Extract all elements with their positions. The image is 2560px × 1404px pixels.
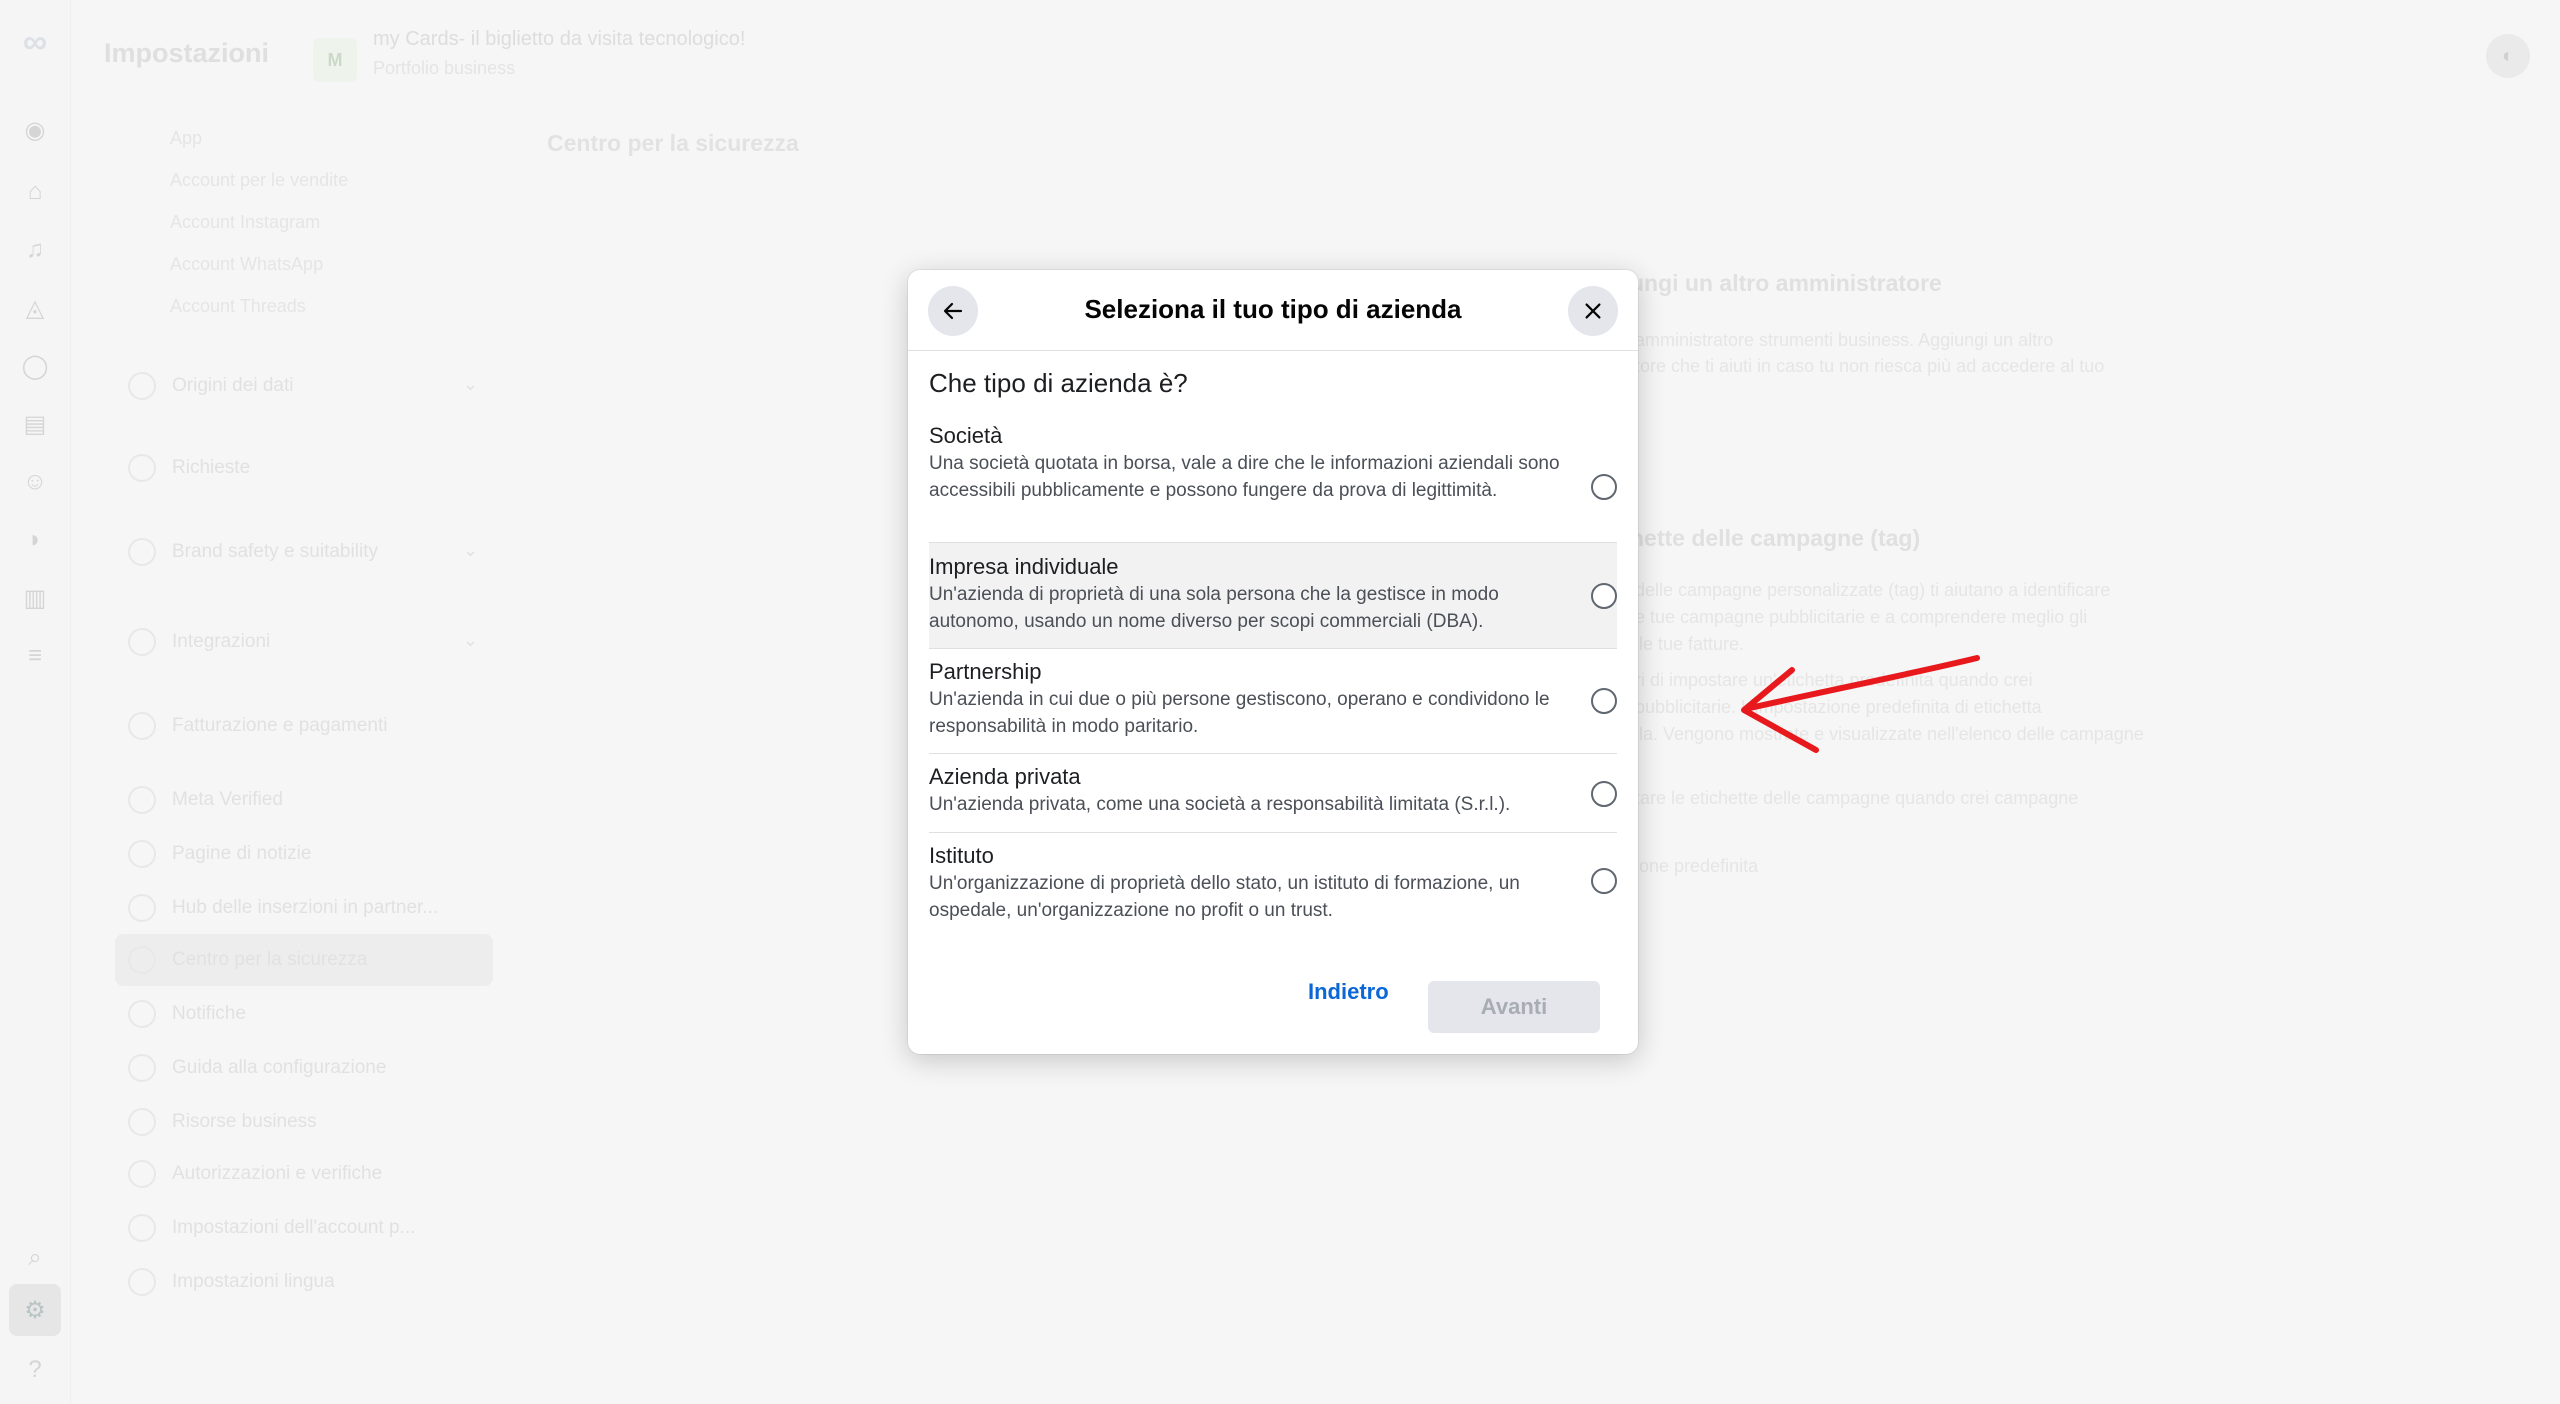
option-title: Partnership [929,659,1042,684]
back-button[interactable]: Indietro [1308,979,1389,1005]
next-button[interactable]: Avanti [1428,981,1600,1033]
dialog-question: Che tipo di azienda è? [929,368,1188,398]
option-divider [929,832,1617,833]
option-description: Un'azienda privata, come una società a r… [929,794,1511,815]
red-arrow-annotation-icon [1741,655,1980,753]
option-impresa-individuale[interactable]: Impresa individuale Un'azienda di propri… [929,543,1617,648]
radio-impresa-individuale[interactable] [1591,583,1617,609]
radio-azienda-privata[interactable] [1591,781,1617,807]
option-divider [929,648,1617,649]
option-description: Un'azienda in cui due o più persone gest… [929,689,1550,737]
business-type-dialog: Seleziona il tuo tipo di azienda Che tip… [908,270,1638,1054]
dialog-title: Seleziona il tuo tipo di azienda [1084,294,1462,324]
option-description: Un'organizzazione di proprietà dello sta… [929,873,1520,921]
option-istituto[interactable]: Istituto Un'organizzazione di proprietà … [929,842,1617,932]
radio-societa[interactable] [1591,474,1617,500]
close-button[interactable] [1568,286,1618,336]
radio-istituto[interactable] [1591,868,1617,894]
option-partnership[interactable]: Partnership Un'azienda in cui due o più … [929,658,1617,748]
option-title: Impresa individuale [929,554,1119,579]
dialog-header: Seleziona il tuo tipo di azienda [908,270,1638,351]
option-title: Istituto [929,843,994,868]
option-azienda-privata[interactable]: Azienda privata Un'azienda privata, come… [929,763,1617,829]
option-title: Azienda privata [929,764,1081,789]
close-icon [1585,303,1601,319]
option-description: Una società quotata in borsa, vale a dir… [929,453,1560,501]
radio-partnership[interactable] [1591,688,1617,714]
option-divider [929,753,1617,754]
option-title: Società [929,423,1003,448]
option-societa[interactable]: Società Una società quotata in borsa, va… [929,422,1617,534]
option-description: Un'azienda di proprietà di una sola pers… [929,584,1499,632]
